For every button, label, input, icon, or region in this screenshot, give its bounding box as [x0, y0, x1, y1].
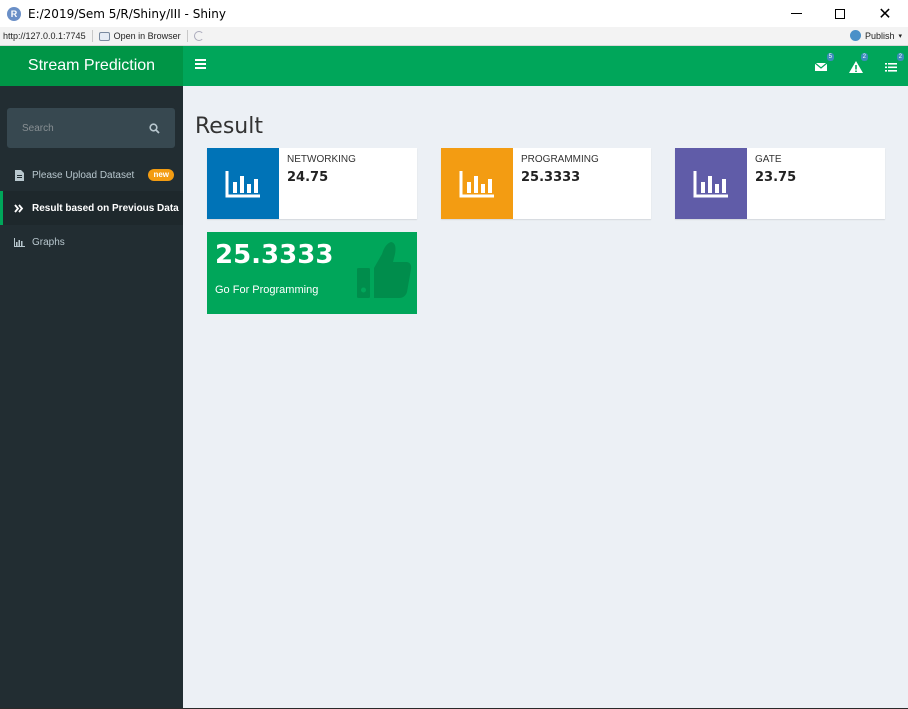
minimize-button[interactable]	[773, 0, 819, 27]
sidebar-item-result[interactable]: Result based on Previous Data	[0, 191, 183, 225]
close-icon: ✕	[878, 4, 892, 23]
sidebar-item-label: Please Upload Dataset	[32, 169, 135, 181]
app-logo-title[interactable]: Stream Prediction	[0, 46, 183, 86]
bar-chart-icon	[225, 170, 260, 197]
value-box-recommendation: 25.3333 Go For Programming	[207, 232, 417, 314]
notifications-count-badge: 2	[860, 53, 868, 61]
sidebar-toggle-icon[interactable]	[195, 59, 206, 69]
search-button[interactable]	[138, 114, 171, 142]
sidebar: Please Upload Dataset new Result based o…	[0, 86, 183, 709]
info-box-networking: NETWORKING 24.75	[207, 148, 417, 219]
chevron-down-icon: ▾	[898, 32, 902, 40]
close-button[interactable]: ✕	[862, 0, 908, 27]
sidebar-item-label: Result based on Previous Data	[32, 202, 179, 214]
double-chevron-right-icon	[12, 203, 26, 213]
toolbar-divider	[186, 30, 188, 42]
open-in-browser-button[interactable]: Open in Browser	[98, 31, 181, 41]
refresh-icon[interactable]	[193, 31, 204, 41]
info-box-programming: PROGRAMMING 25.3333	[441, 148, 651, 219]
url-text[interactable]: http://127.0.0.1:7745	[3, 31, 86, 41]
search-icon	[149, 122, 160, 134]
bar-chart-icon	[693, 170, 728, 197]
info-box-value: 24.75	[287, 170, 329, 185]
value-box-subtitle: Go For Programming	[215, 284, 319, 296]
maximize-icon	[835, 8, 845, 19]
publish-icon	[849, 30, 861, 41]
publish-label: Publish	[864, 30, 895, 41]
info-box-icon-area	[675, 148, 747, 219]
tasks-dropdown[interactable]: 2	[883, 53, 904, 74]
minimize-icon	[790, 13, 802, 14]
warning-icon	[849, 61, 863, 73]
search-input[interactable]	[12, 114, 130, 142]
tasks-count-badge: 2	[896, 53, 904, 61]
value-box-value: 25.3333	[215, 240, 334, 270]
browser-icon	[98, 31, 110, 41]
file-icon	[12, 169, 26, 181]
sidebar-item-upload-dataset[interactable]: Please Upload Dataset new	[0, 158, 183, 192]
bar-chart-icon	[459, 170, 494, 197]
window-title: E:/2019/Sem 5/R/Shiny/III - Shiny	[28, 6, 226, 21]
envelope-icon	[814, 62, 828, 71]
info-box-icon-area	[207, 148, 279, 219]
sidebar-item-label: Graphs	[32, 236, 65, 248]
window-title-bar: R E:/2019/Sem 5/R/Shiny/III - Shiny ✕	[0, 0, 908, 27]
publish-button[interactable]: Publish ▾	[849, 30, 902, 41]
bar-chart-icon	[12, 237, 26, 247]
top-navbar: 5 2 2	[183, 46, 908, 86]
maximize-button[interactable]	[817, 0, 863, 27]
thumbs-up-icon	[357, 242, 412, 298]
main-content: Result NETWORKING 24.75 PROGRAMMING 25.3…	[183, 86, 908, 708]
messages-dropdown[interactable]: 5	[813, 53, 834, 74]
info-box-label: GATE	[755, 154, 782, 165]
info-box-value: 25.3333	[521, 170, 581, 185]
toolbar-divider	[91, 30, 93, 42]
open-in-browser-label: Open in Browser	[113, 31, 181, 41]
notifications-dropdown[interactable]: 2	[847, 53, 868, 74]
messages-count-badge: 5	[826, 53, 834, 61]
info-box-icon-area	[441, 148, 513, 219]
new-badge: new	[148, 169, 174, 181]
sidebar-item-graphs[interactable]: Graphs	[0, 225, 183, 259]
r-logo-icon: R	[7, 6, 21, 21]
info-box-label: PROGRAMMING	[521, 154, 599, 165]
info-box-value: 23.75	[755, 170, 797, 185]
tasks-icon	[885, 63, 897, 72]
info-box-gate: GATE 23.75	[675, 148, 885, 219]
viewer-toolbar: http://127.0.0.1:7745 Open in Browser Pu…	[0, 27, 908, 46]
info-box-label: NETWORKING	[287, 154, 356, 165]
sidebar-search-form	[7, 108, 175, 148]
page-title: Result	[195, 114, 263, 139]
